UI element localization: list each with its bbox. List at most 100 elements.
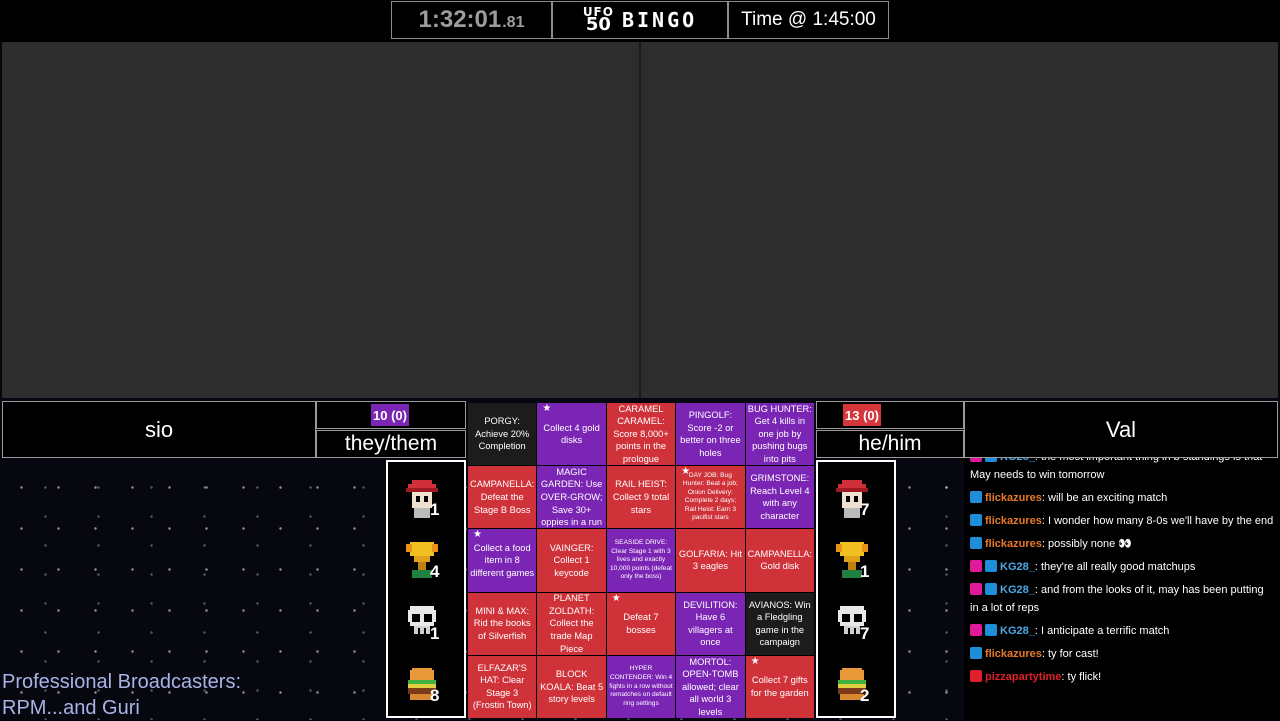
chat-message: flickazures: ty for cast! [964, 645, 1280, 663]
player-name-right: Val [964, 401, 1278, 458]
bingo-cell[interactable]: CARAMEL CARAMEL: Score 8,000+ points in … [606, 403, 676, 466]
bingo-cell-text: MORTOL: OPEN-TOMB allowed; clear all wor… [681, 656, 739, 717]
pronouns-left: they/them [316, 430, 466, 458]
item-tracker-right: 7 1 7 2 [816, 460, 896, 718]
chat-text: I wonder how many 8-0s we'll have by the… [1048, 515, 1274, 527]
bingo-cell-text: PLANET ZOLDATH: Collect the trade Map Pi… [548, 593, 595, 654]
bingo-cell-text: PINGOLF: Score -2 or better on three hol… [680, 410, 741, 458]
bingo-cell-text: SEASIDE DRIVE: Clear Stage 1 with 3 live… [610, 539, 672, 581]
prime-crown-icon [970, 647, 982, 659]
bingo-cell-text: DAY JOB: Bug Hunter: Beat a job; Onion D… [682, 471, 738, 522]
timer-main: 1:32:01 [418, 6, 502, 33]
chat-username[interactable]: flickazures [985, 648, 1042, 660]
tracker-count: 1 [430, 624, 440, 643]
chat-username[interactable]: flickazures [985, 515, 1042, 527]
bingo-cell-text: AVIANOS: Win a Fledgling game in the cam… [748, 599, 811, 648]
ufo50-bingo-logo: UFO 50 BINGO [552, 1, 728, 39]
chat-username[interactable]: flickazures [985, 538, 1042, 550]
bingo-cell[interactable]: HYPER CONTENDER: Win 4 fights in a row w… [606, 655, 676, 718]
star-icon: ★ [542, 403, 552, 414]
tracker-count: 2 [860, 686, 870, 705]
chat-text: I anticipate a terrific match [1040, 625, 1170, 637]
bingo-cell[interactable]: ★ DAY JOB: Bug Hunter: Beat a job; Onion … [676, 466, 745, 529]
chat-username[interactable]: KG28_ [1000, 561, 1035, 573]
ufo50-logo: UFO 50 [583, 6, 614, 36]
chat-text: ty flick! [1067, 671, 1102, 683]
chat-message: KG28_: I anticipate a terrific match [964, 622, 1280, 640]
bingo-cell[interactable]: RAIL HEIST: Collect 9 total stars [606, 466, 676, 529]
chat-message: flickazures: I wonder how many 8-0s we'l… [964, 512, 1280, 530]
prime-crown-icon [970, 491, 982, 503]
bingo-cell[interactable]: ★ Collect 7 gifts for the garden [745, 655, 814, 718]
score-box-right: 13 (0) [816, 401, 964, 429]
tracker-item: 7 [818, 468, 894, 528]
broadcasters-credit: Professional Broadcasters: RPM...and Gur… [2, 669, 241, 721]
bingo-cell[interactable]: ★ Collect 4 gold disks [537, 403, 606, 466]
chat-message: KG28_: they're all really good matchups [964, 558, 1280, 576]
bingo-cell-text: BLOCK KOALA: Beat 5 story levels [540, 669, 604, 705]
bingo-cell[interactable]: ELFAZAR'S HAT: Clear Stage 3 (Frostin To… [468, 655, 537, 718]
bingo-cell[interactable]: MINI & MAX: Rid the books of Silverfish [468, 592, 537, 655]
chat-username[interactable]: KG28_ [1000, 625, 1035, 637]
bingo-cell[interactable]: PORGY: Achieve 20% Completion [468, 403, 537, 466]
tracker-item: 1 [388, 468, 464, 528]
prime-crown-icon [985, 560, 997, 572]
score-badge-left: 10 (0) [371, 404, 409, 426]
chat-text: they're all really good matchups [1040, 561, 1196, 573]
chat-text: possibly none 👀 [1048, 538, 1133, 550]
tracker-item: 2 [818, 654, 894, 714]
prime-crown-icon [985, 583, 997, 595]
bingo-cell[interactable]: GOLFARIA: Hit 3 eagles [676, 529, 745, 592]
sub-badge-icon [970, 624, 982, 636]
bingo-cell[interactable]: DEVILITION: Have 6 villagers at once [676, 592, 745, 655]
bingo-cell[interactable]: SEASIDE DRIVE: Clear Stage 1 with 3 live… [606, 529, 676, 592]
bingo-cell-text: CAMPANELLA: Gold disk [747, 548, 813, 572]
bingo-cell[interactable]: VAINGER: Collect 1 keycode [537, 529, 606, 592]
top-bar: 1:32:01.81 UFO 50 BINGO Time @ 1:45:00 [0, 0, 1280, 42]
tracker-item: 4 [388, 530, 464, 590]
bingo-cell[interactable]: BUG HUNTER: Get 4 kills in one job by pu… [745, 403, 814, 466]
bingo-cell-text: GRIMSTONE: Reach Level 4 with any charac… [750, 473, 810, 521]
bingo-cell-text: HYPER CONTENDER: Win 4 fights in a row w… [609, 665, 673, 707]
bingo-cell[interactable]: MORTOL: OPEN-TOMB allowed; clear all wor… [676, 655, 745, 718]
bingo-cell-text: GOLFARIA: Hit 3 eagles [678, 548, 742, 572]
bingo-cell-text: RAIL HEIST: Collect 9 total stars [612, 479, 670, 515]
bingo-cell[interactable]: PINGOLF: Score -2 or better on three hol… [676, 403, 745, 466]
bingo-cell-text: MAGIC GARDEN: Use OVER-GROW; Save 30+ op… [540, 466, 603, 528]
bingo-cell[interactable]: ★ Collect a food item in 8 different game… [468, 529, 537, 592]
prime-crown-icon [970, 537, 982, 549]
chat-message: pizzapartytime: ty flick! [964, 668, 1280, 686]
bingo-cell-text: PORGY: Achieve 20% Completion [475, 416, 530, 452]
bingo-cell[interactable]: ★ Defeat 7 bosses [606, 592, 676, 655]
score-badge-right: 13 (0) [843, 404, 881, 426]
logo-ufo-number: 50 [585, 14, 611, 36]
logo-bingo-text: BINGO [621, 8, 698, 32]
bingo-cell-text: Collect 7 gifts for the garden [750, 675, 809, 698]
chat-message: flickazures: will be an exciting match [964, 489, 1280, 507]
chat-username[interactable]: KG28_ [1000, 458, 1035, 463]
chat-username[interactable]: flickazures [985, 492, 1042, 504]
bingo-board: PORGY: Achieve 20% Completion ★ Collect 4 … [468, 403, 814, 718]
sub-badge-icon [970, 583, 982, 595]
chat-username[interactable]: pizzapartytime [985, 671, 1061, 683]
bingo-cell[interactable]: PLANET ZOLDATH: Collect the trade Map Pi… [537, 592, 606, 655]
bingo-cell[interactable]: MAGIC GARDEN: Use OVER-GROW; Save 30+ op… [537, 466, 606, 529]
bingo-cell-text: VAINGER: Collect 1 keycode [549, 542, 594, 578]
bingo-cell[interactable]: CAMPANELLA: Gold disk [745, 529, 814, 592]
bingo-cell[interactable]: CAMPANELLA: Defeat the Stage B Boss [468, 466, 537, 529]
player-name-left: sio [2, 401, 316, 458]
bingo-cell-text: Collect 4 gold disks [543, 422, 600, 446]
chat-text: ty for cast! [1048, 648, 1099, 660]
bingo-cell-text: BUG HUNTER: Get 4 kills in one job by pu… [747, 403, 812, 464]
tracker-item: 7 [818, 592, 894, 652]
chat-text: will be an exciting match [1048, 492, 1168, 504]
sub-badge-icon [970, 458, 982, 462]
bingo-cell[interactable]: AVIANOS: Win a Fledgling game in the cam… [745, 592, 814, 655]
bingo-cell[interactable]: GRIMSTONE: Reach Level 4 with any charac… [745, 466, 814, 529]
bingo-cell[interactable]: BLOCK KOALA: Beat 5 story levels [537, 655, 606, 718]
chat-username[interactable]: KG28_ [1000, 584, 1035, 596]
race-timer: 1:32:01.81 [391, 1, 552, 39]
broadcasters-label: Professional Broadcasters: [2, 671, 242, 693]
tracker-item: 1 [388, 592, 464, 652]
pronouns-right: he/him [816, 430, 964, 458]
